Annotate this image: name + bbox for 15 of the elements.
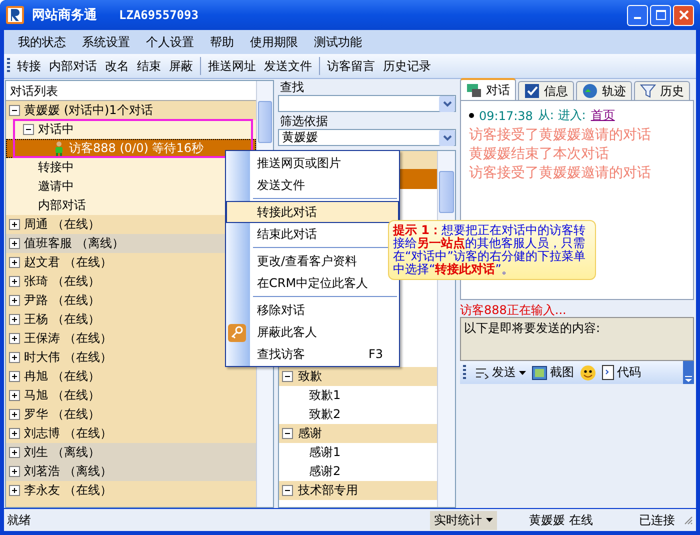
visit-time: 09:17:38 <box>479 108 533 122</box>
visit-entry: 从: 进入: <box>538 107 586 124</box>
connection-status: 已连接 <box>639 512 675 528</box>
hint-tooltip: 提示 1：想要把正在对话中的访客转接给另一站点的其他客服人员，只需在“对话中”访客的右分健的下拉菜单中选择“转接此对话”。 <box>388 220 596 280</box>
chat-message: 访客接受了黄媛媛邀请的对话 <box>469 126 652 145</box>
panel-header: 对话列表 <box>6 81 256 101</box>
search-label: 查找 <box>279 80 305 95</box>
filter-label: 筛选依据 <box>279 114 329 129</box>
window-title: 网站商务通 <box>32 6 97 24</box>
status-text: 就绪 <box>7 512 31 528</box>
account-id: LZA69557093 <box>119 8 198 22</box>
typing-indicator: 访客888正在输入... <box>460 302 568 317</box>
chat-message: 访客接受了黄媛媛邀请的对话 <box>469 164 652 183</box>
agent-status: 黄媛媛 在线 <box>529 512 593 528</box>
chat-message: 黄媛媛结束了本次对话 <box>469 145 610 164</box>
